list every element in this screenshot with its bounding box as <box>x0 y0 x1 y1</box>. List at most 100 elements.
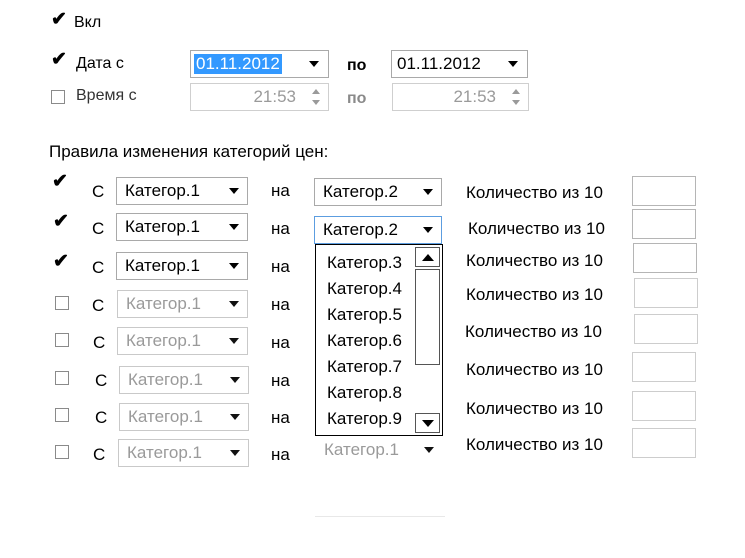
dropdown-item[interactable]: Категор.7 <box>327 357 402 377</box>
rule-from-value: Категор.1 <box>128 407 203 426</box>
rule-to-label: на <box>271 408 290 427</box>
spin-updown-icon <box>310 87 322 107</box>
category-dropdown-list[interactable]: Категор.3 Категор.4 Категор.5 Категор.6 … <box>315 244 443 436</box>
chevron-down-icon[interactable] <box>415 413 440 433</box>
quantity-input <box>634 278 698 308</box>
rule-from-label: С <box>93 445 106 464</box>
rule-from-select: Категор.1 <box>118 439 249 467</box>
date-label: Дата с <box>76 55 124 72</box>
chevron-up-icon[interactable] <box>415 247 440 267</box>
chevron-down-icon[interactable] <box>223 216 245 238</box>
check-icon: ✔ <box>51 9 67 30</box>
quantity-input[interactable] <box>632 176 696 206</box>
rule-checkbox[interactable] <box>55 296 69 310</box>
rule-to-label: на <box>271 219 290 238</box>
rule-from-select: Категор.1 <box>119 403 249 431</box>
time-from-spinner: 21:53 <box>190 83 329 111</box>
rule-from-select[interactable]: Категор.1 <box>116 252 248 280</box>
dropdown-item[interactable]: Категор.5 <box>327 305 402 325</box>
rule-checkbox[interactable] <box>55 371 69 385</box>
chevron-down-icon <box>224 369 246 391</box>
rule-from-select: Категор.1 <box>117 290 248 318</box>
quantity-input <box>632 428 696 458</box>
date-to-value[interactable]: 01.11.2012 <box>395 54 483 74</box>
rule-to-select[interactable]: Категор.2 <box>314 178 442 206</box>
rule-from-label: С <box>93 333 106 352</box>
rule-from-value: Категор.1 <box>126 331 201 350</box>
date-to-picker[interactable]: 01.11.2012 <box>391 50 528 78</box>
rule-from-value: Категор.1 <box>125 217 200 236</box>
rule-from-value: Категор.1 <box>126 294 201 313</box>
rule-checkbox[interactable] <box>55 333 69 347</box>
rule-to-value: Категор.1 <box>324 440 399 459</box>
rule-from-value: Категор.1 <box>127 443 202 462</box>
rule-to-label: на <box>271 257 290 276</box>
spin-updown-icon <box>510 87 522 107</box>
rule-checkbox[interactable]: ✔ <box>53 212 69 232</box>
rule-to-label: на <box>271 181 290 200</box>
rule-from-select[interactable]: Категор.1 <box>116 177 248 205</box>
check-icon: ✔ <box>53 251 69 272</box>
date-from-picker[interactable]: 01.11.2012 <box>190 50 329 78</box>
quantity-input <box>632 391 696 421</box>
rule-from-select: Категор.1 <box>117 327 248 355</box>
chevron-down-icon[interactable] <box>502 54 524 74</box>
check-icon: ✔ <box>52 171 68 192</box>
dropdown-item[interactable]: Категор.3 <box>327 253 402 273</box>
time-to-spinner: 21:53 <box>392 83 529 111</box>
quantity-label: Количество из 10 <box>466 360 603 379</box>
rule-from-value: Категор.1 <box>125 181 200 200</box>
dropdown-item[interactable]: Категор.9 <box>327 409 402 429</box>
dropdown-item[interactable]: Категор.6 <box>327 331 402 351</box>
rule-to-value: Категор.2 <box>323 182 398 201</box>
chevron-down-icon[interactable] <box>223 255 245 277</box>
rule-from-select[interactable]: Категор.1 <box>116 213 248 241</box>
chevron-down-icon <box>224 406 246 428</box>
chevron-down-icon[interactable] <box>417 181 439 203</box>
dropdown-item[interactable]: Категор.8 <box>327 383 402 403</box>
rule-checkbox[interactable] <box>55 408 69 422</box>
quantity-label: Количество из 10 <box>465 322 602 341</box>
rule-to-label: на <box>271 371 290 390</box>
chevron-down-icon[interactable] <box>223 180 245 202</box>
rule-from-label: С <box>92 219 105 238</box>
rule-to-value: Категор.2 <box>323 220 398 239</box>
chevron-down-icon <box>224 442 246 464</box>
rule-from-label: С <box>95 408 108 427</box>
rule-to-label: на <box>271 295 290 314</box>
chevron-down-icon[interactable] <box>303 54 325 74</box>
quantity-label: Количество из 10 <box>466 251 603 270</box>
chevron-down-icon <box>223 330 245 352</box>
quantity-label: Количество из 10 <box>466 435 603 454</box>
scrollbar-thumb[interactable] <box>415 269 440 365</box>
rule-from-label: С <box>92 258 105 277</box>
rule-to-select: Категор.1 <box>315 436 443 464</box>
rules-title: Правила изменения категорий цен: <box>49 142 329 161</box>
dropdown-item[interactable]: Категор.4 <box>327 279 402 299</box>
quantity-label: Количество из 10 <box>466 183 603 202</box>
date-checkbox[interactable]: ✔ <box>51 50 67 70</box>
rule-to-select-open[interactable]: Категор.2 <box>314 216 442 244</box>
quantity-input[interactable] <box>632 209 696 239</box>
date-from-value[interactable]: 01.11.2012 <box>194 54 282 74</box>
time-to-label: по <box>347 90 367 107</box>
enabled-label: Вкл <box>74 14 102 31</box>
enabled-checkbox[interactable]: ✔ <box>51 10 67 30</box>
rule-checkbox[interactable]: ✔ <box>53 252 69 272</box>
dropdown-scrollbar[interactable] <box>415 247 440 433</box>
quantity-input[interactable] <box>633 243 697 273</box>
chevron-down-icon <box>418 439 440 461</box>
rule-from-label: С <box>92 182 105 201</box>
time-label: Время с <box>76 87 137 104</box>
rule-checkbox[interactable]: ✔ <box>52 172 68 192</box>
divider <box>315 516 445 517</box>
quantity-input <box>634 314 698 344</box>
rule-from-select: Категор.1 <box>119 366 249 394</box>
rule-to-label: на <box>271 445 290 464</box>
time-checkbox[interactable]: ✔ <box>51 90 65 104</box>
chevron-down-icon[interactable] <box>417 219 439 241</box>
date-to-label: по <box>347 57 367 74</box>
rule-checkbox[interactable] <box>55 445 69 459</box>
quantity-label: Количество из 10 <box>466 399 603 418</box>
check-icon: ✔ <box>51 49 67 70</box>
